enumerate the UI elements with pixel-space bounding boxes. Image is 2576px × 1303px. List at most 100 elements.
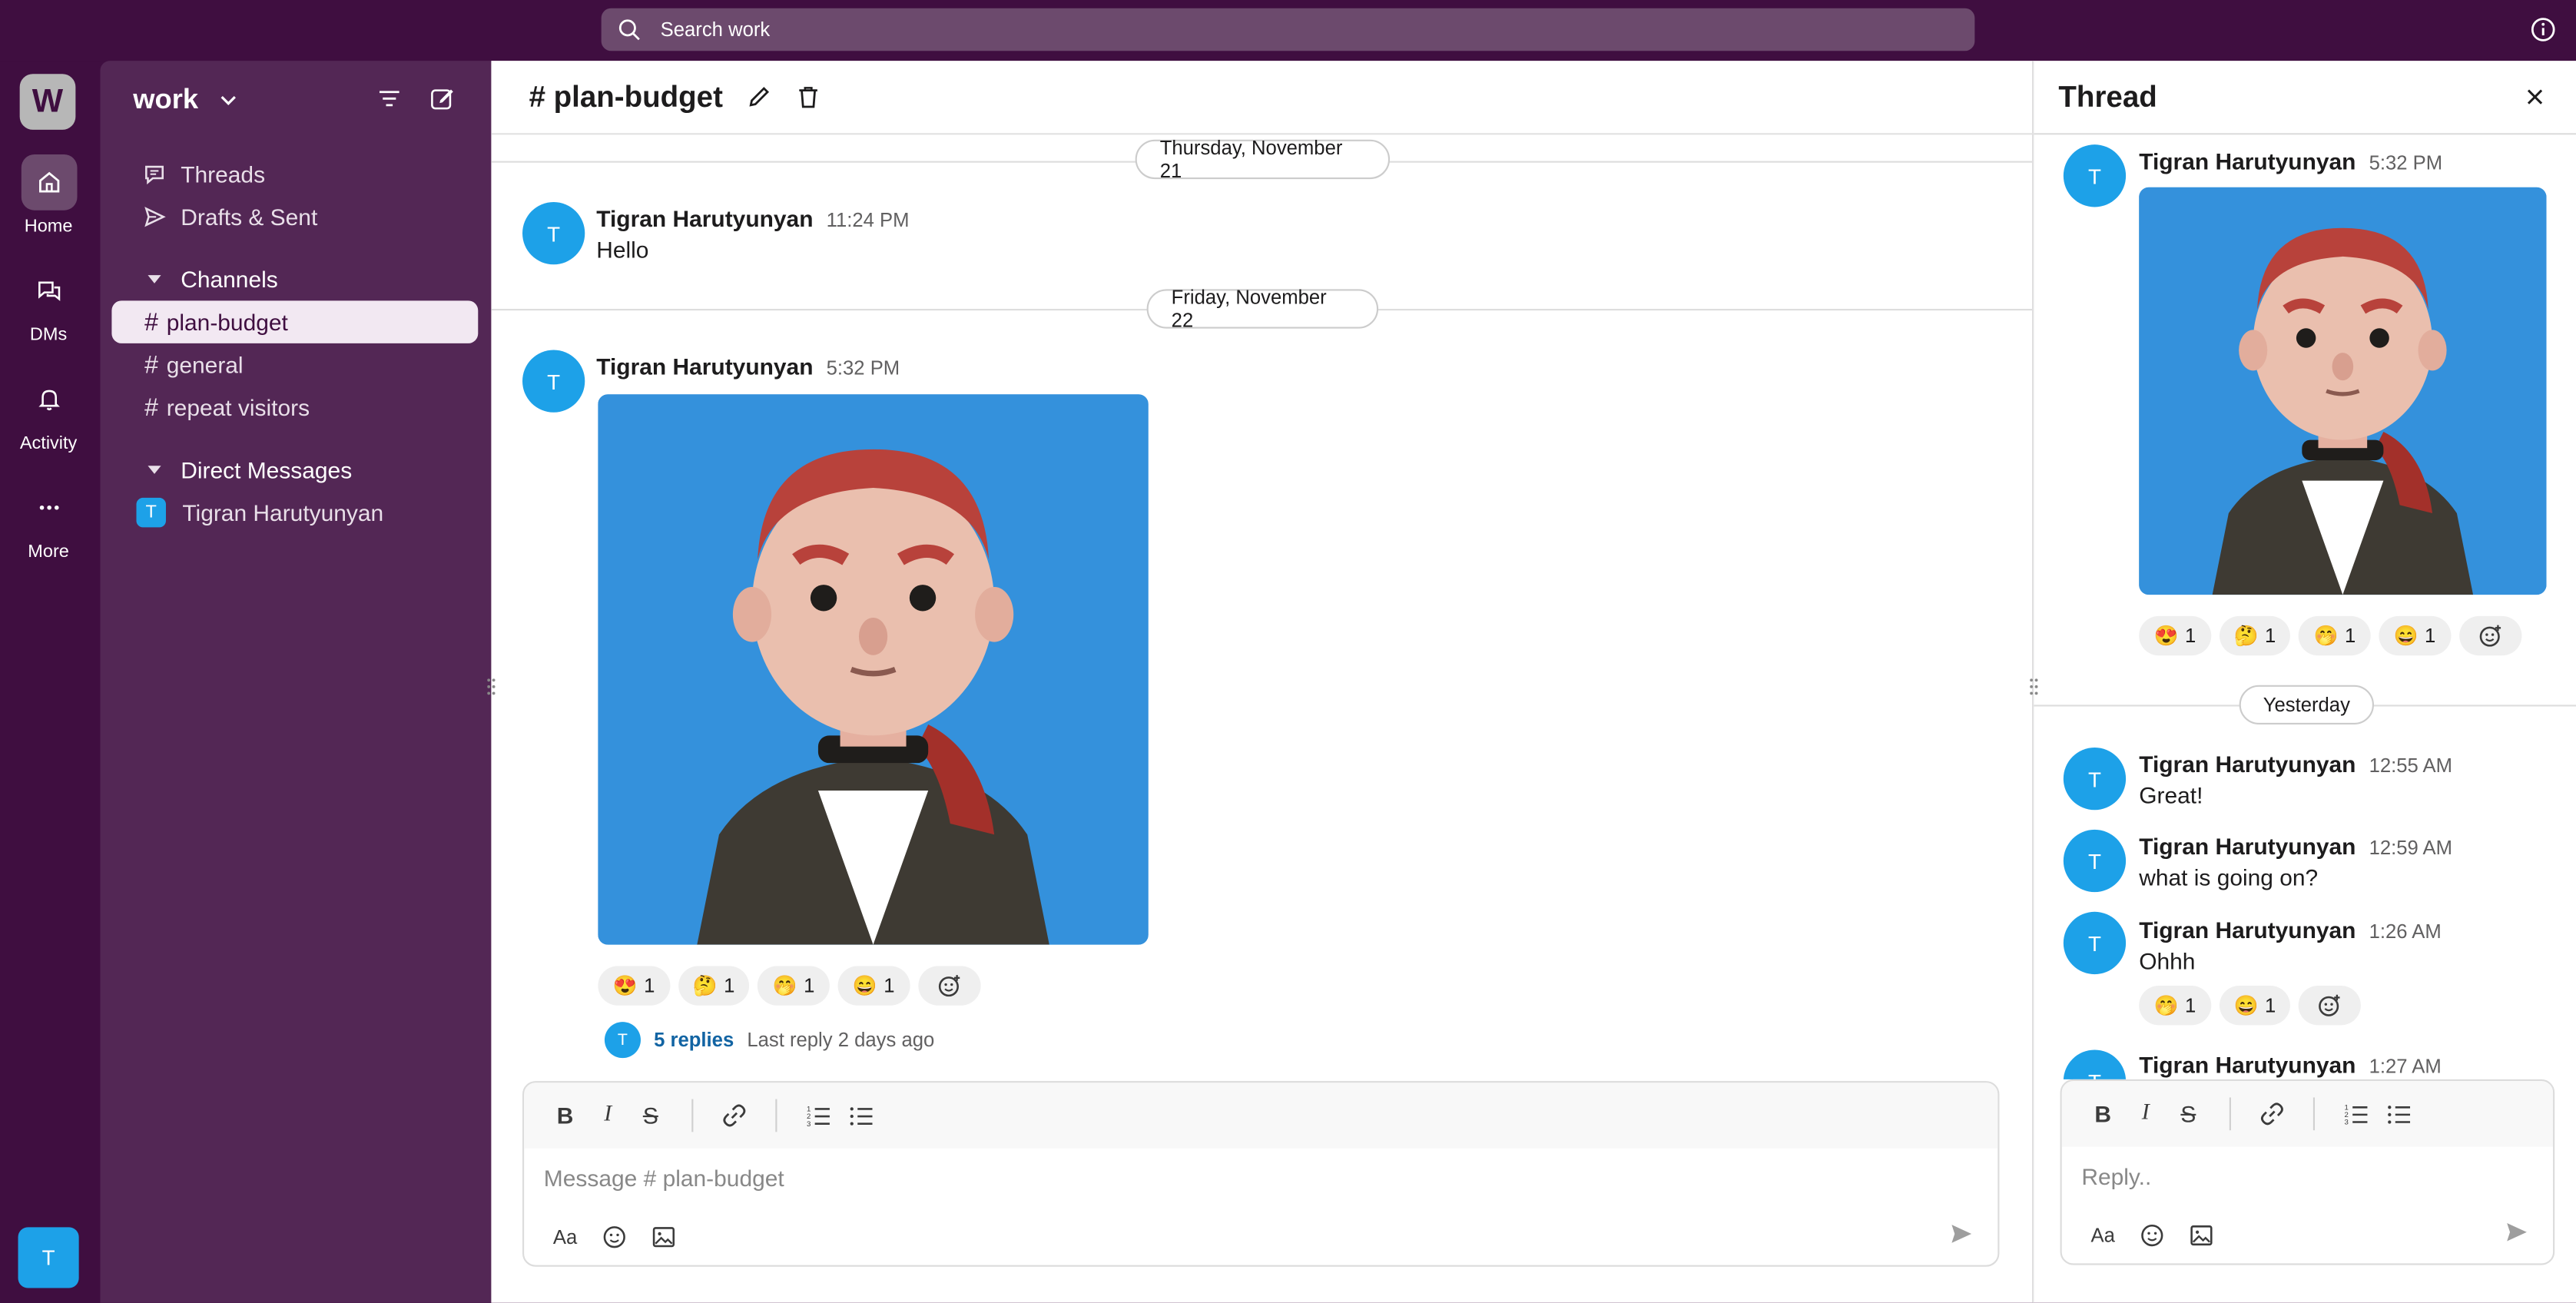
message-time[interactable]: 1:27 AM — [2369, 1055, 2442, 1078]
bullet-list-icon — [850, 1107, 873, 1126]
message-author[interactable]: Tigran Harutyunyan — [2139, 917, 2356, 943]
reaction-smile[interactable]: 😄 1 — [2379, 615, 2451, 656]
resize-handle[interactable] — [2029, 675, 2039, 698]
dm-name: Tigran Harutyunyan — [182, 499, 384, 526]
reaction-thinking[interactable]: 🤔 1 — [2219, 615, 2291, 656]
send-button[interactable] — [2504, 1219, 2530, 1245]
message-time[interactable]: 11:24 PM — [827, 209, 910, 232]
avatar[interactable]: T — [522, 350, 585, 413]
strikethrough-button[interactable]: S — [2167, 1092, 2210, 1136]
reaction-bar: 😍 1 🤔 1 🤭 1 😄 1 — [598, 966, 988, 1006]
image-upload-button[interactable] — [2180, 1214, 2223, 1257]
avatar[interactable]: T — [2063, 911, 2127, 975]
send-button[interactable] — [1948, 1221, 1974, 1247]
filter-icon[interactable] — [376, 87, 403, 110]
chevron-down-icon — [220, 96, 236, 105]
add-reaction-button[interactable] — [917, 966, 980, 1006]
message-image[interactable] — [2139, 187, 2547, 595]
avatar[interactable]: T — [2063, 144, 2127, 207]
reaction-hand-over-mouth[interactable]: 🤭 1 — [758, 966, 830, 1006]
message-image[interactable] — [598, 394, 1149, 945]
message-author[interactable]: Tigran Harutyunyan — [2139, 833, 2356, 859]
rail-more[interactable]: More — [0, 479, 97, 562]
workspace-menu[interactable]: work — [133, 84, 237, 117]
dm-section-toggle[interactable]: Direct Messages — [111, 449, 478, 492]
rail-home[interactable]: Home — [0, 154, 97, 237]
strikethrough-button[interactable]: S — [629, 1094, 672, 1137]
info-icon[interactable] — [2530, 16, 2556, 42]
sidebar-item-plan-budget[interactable]: # plan-budget — [111, 300, 479, 343]
reaction-heart-eyes[interactable]: 😍 1 — [598, 966, 670, 1006]
emoji-button[interactable] — [2131, 1214, 2174, 1257]
message-header: Tigran Harutyunyan 1:26 AM — [2139, 917, 2442, 943]
link-button[interactable] — [713, 1094, 756, 1137]
delete-channel-button[interactable] — [795, 84, 821, 110]
emoji-button[interactable] — [593, 1215, 636, 1258]
rail-dms[interactable]: DMs — [0, 263, 97, 345]
bullet-list-button[interactable] — [2377, 1092, 2420, 1136]
user-avatar[interactable]: T — [18, 1227, 79, 1288]
text-format-button[interactable]: Aa — [544, 1215, 587, 1258]
channel-view: # plan-budget Thursday, November 21 T Ti… — [487, 61, 2033, 1303]
message-time[interactable]: 12:59 AM — [2369, 836, 2452, 859]
reply-input[interactable]: Reply.. — [2062, 1147, 2553, 1206]
reaction-hand-over-mouth[interactable]: 🤭 1 — [2299, 615, 2371, 656]
bold-button[interactable]: B — [2081, 1092, 2124, 1136]
reaction-hand-over-mouth[interactable]: 🤭 1 — [2139, 986, 2211, 1026]
image-upload-button[interactable] — [642, 1215, 685, 1258]
reaction-thinking[interactable]: 🤔 1 — [678, 966, 750, 1006]
message-author[interactable]: Tigran Harutyunyan — [2139, 751, 2356, 777]
bold-button[interactable]: B — [544, 1094, 587, 1137]
sidebar-item-general[interactable]: # general — [111, 343, 478, 386]
message-time[interactable]: 12:55 AM — [2369, 754, 2452, 777]
message-time[interactable]: 5:32 PM — [827, 356, 900, 380]
avatar[interactable]: T — [522, 202, 585, 265]
avatar[interactable]: T — [2063, 829, 2127, 893]
dm-icon — [37, 281, 60, 301]
hash-icon: # — [144, 393, 159, 422]
reaction-smile[interactable]: 😄 1 — [2219, 986, 2291, 1026]
svg-text:3: 3 — [807, 1120, 811, 1129]
avatar[interactable]: T — [2063, 1049, 2127, 1079]
message-time[interactable]: 5:32 PM — [2369, 151, 2443, 174]
bullet-list-icon — [2388, 1106, 2411, 1124]
rail-home-label: Home — [24, 217, 73, 237]
reaction-bar: 🤭 1 😄 1 — [2139, 986, 2369, 1026]
ordered-list-button[interactable]: 123 — [797, 1094, 840, 1137]
italic-button[interactable]: I — [2124, 1092, 2167, 1136]
thread-replies-link[interactable]: T 5 replies Last reply 2 days ago — [604, 1022, 934, 1059]
link-icon — [2260, 1102, 2283, 1126]
close-icon[interactable] — [2524, 85, 2547, 108]
search-bar[interactable]: Search work — [601, 8, 1975, 51]
message-author[interactable]: Tigran Harutyunyan — [596, 353, 813, 380]
reply-count[interactable]: 5 replies — [654, 1029, 734, 1052]
edit-channel-button[interactable] — [746, 84, 772, 110]
reaction-smile[interactable]: 😄 1 — [837, 966, 910, 1006]
reaction-heart-eyes[interactable]: 😍 1 — [2139, 615, 2211, 656]
message-input[interactable]: Message # plan-budget — [524, 1149, 1997, 1208]
sidebar-item-threads[interactable]: Threads — [111, 153, 478, 196]
sidebar-item-drafts[interactable]: Drafts & Sent — [111, 195, 478, 238]
message-author[interactable]: Tigran Harutyunyan — [2139, 1052, 2356, 1078]
compose-icon[interactable] — [429, 85, 455, 111]
bullet-list-button[interactable] — [840, 1094, 883, 1137]
formatting-toolbar: B I S 123 — [524, 1083, 1998, 1149]
avatar[interactable]: T — [2063, 747, 2127, 811]
message-author[interactable]: Tigran Harutyunyan — [2139, 148, 2356, 174]
resize-handle[interactable] — [486, 675, 496, 698]
rail-activity[interactable]: Activity — [0, 371, 97, 453]
italic-button[interactable]: I — [586, 1094, 629, 1137]
channels-section-toggle[interactable]: Channels — [111, 258, 478, 301]
drag-handle-icon — [487, 678, 496, 695]
add-reaction-button[interactable] — [2299, 986, 2362, 1026]
workspace-switcher[interactable]: W — [19, 74, 76, 130]
message-author[interactable]: Tigran Harutyunyan — [596, 205, 813, 231]
message-time[interactable]: 1:26 AM — [2369, 920, 2442, 943]
text-format-button[interactable]: Aa — [2081, 1214, 2124, 1257]
ordered-list-button[interactable]: 123 — [2335, 1092, 2378, 1136]
sidebar-item-dm-tigran[interactable]: T Tigran Harutyunyan — [111, 491, 478, 534]
bell-icon — [38, 390, 59, 411]
add-reaction-button[interactable] — [2458, 615, 2521, 656]
sidebar-item-repeat-visitors[interactable]: # repeat visitors — [111, 386, 478, 429]
link-button[interactable] — [2251, 1092, 2294, 1136]
